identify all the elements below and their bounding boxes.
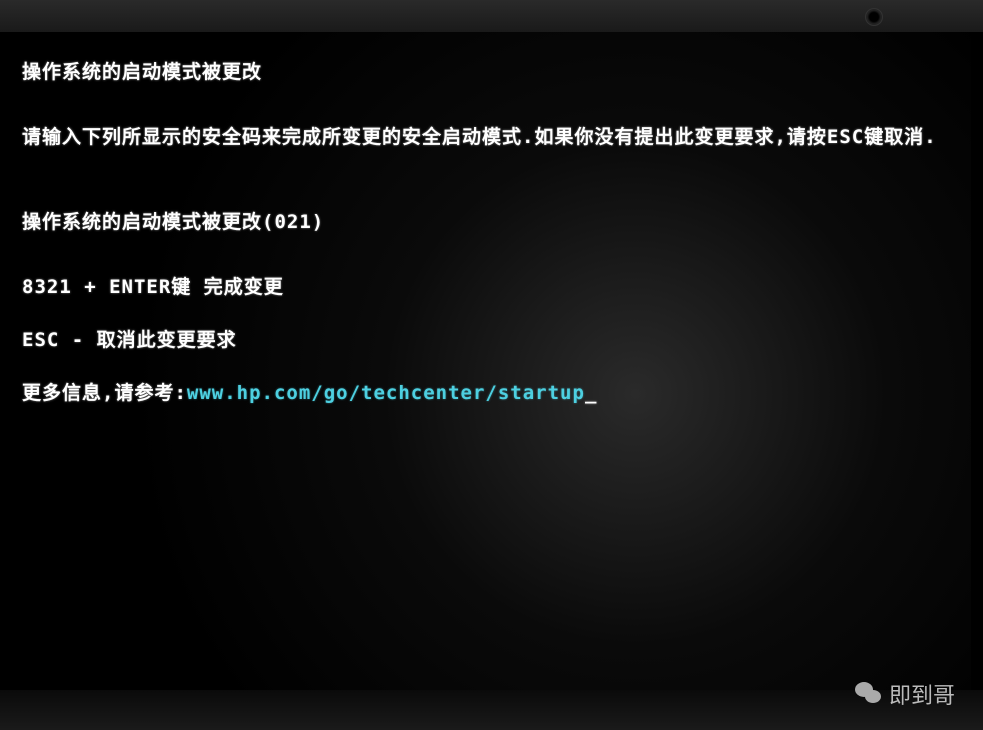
bios-confirm-action: 8321 + ENTER键 完成变更 [22,272,961,299]
watermark-text: 即到哥 [889,678,955,710]
bios-status-line: 操作系统的启动模式被更改(021) [22,207,961,234]
laptop-bezel-bottom [0,690,983,730]
cursor-icon: _ [585,382,597,404]
bios-title: 操作系统的启动模式被更改 [22,57,961,84]
bios-cancel-action: ESC - 取消此变更要求 [22,325,961,352]
wechat-icon [855,680,883,708]
watermark: 即到哥 [855,678,955,710]
bios-screen: 操作系统的启动模式被更改 请输入下列所显示的安全码来完成所变更的安全启动模式.如… [12,32,971,690]
laptop-bezel-top [0,0,983,32]
bios-instruction: 请输入下列所显示的安全码来完成所变更的安全启动模式.如果你没有提出此变更要求,请… [22,122,961,149]
more-info-url: www.hp.com/go/techcenter/startup [187,382,585,404]
bios-more-info: 更多信息,请参考:www.hp.com/go/techcenter/startu… [22,378,961,405]
more-info-label: 更多信息,请参考: [22,382,187,404]
camera-icon [865,8,883,26]
